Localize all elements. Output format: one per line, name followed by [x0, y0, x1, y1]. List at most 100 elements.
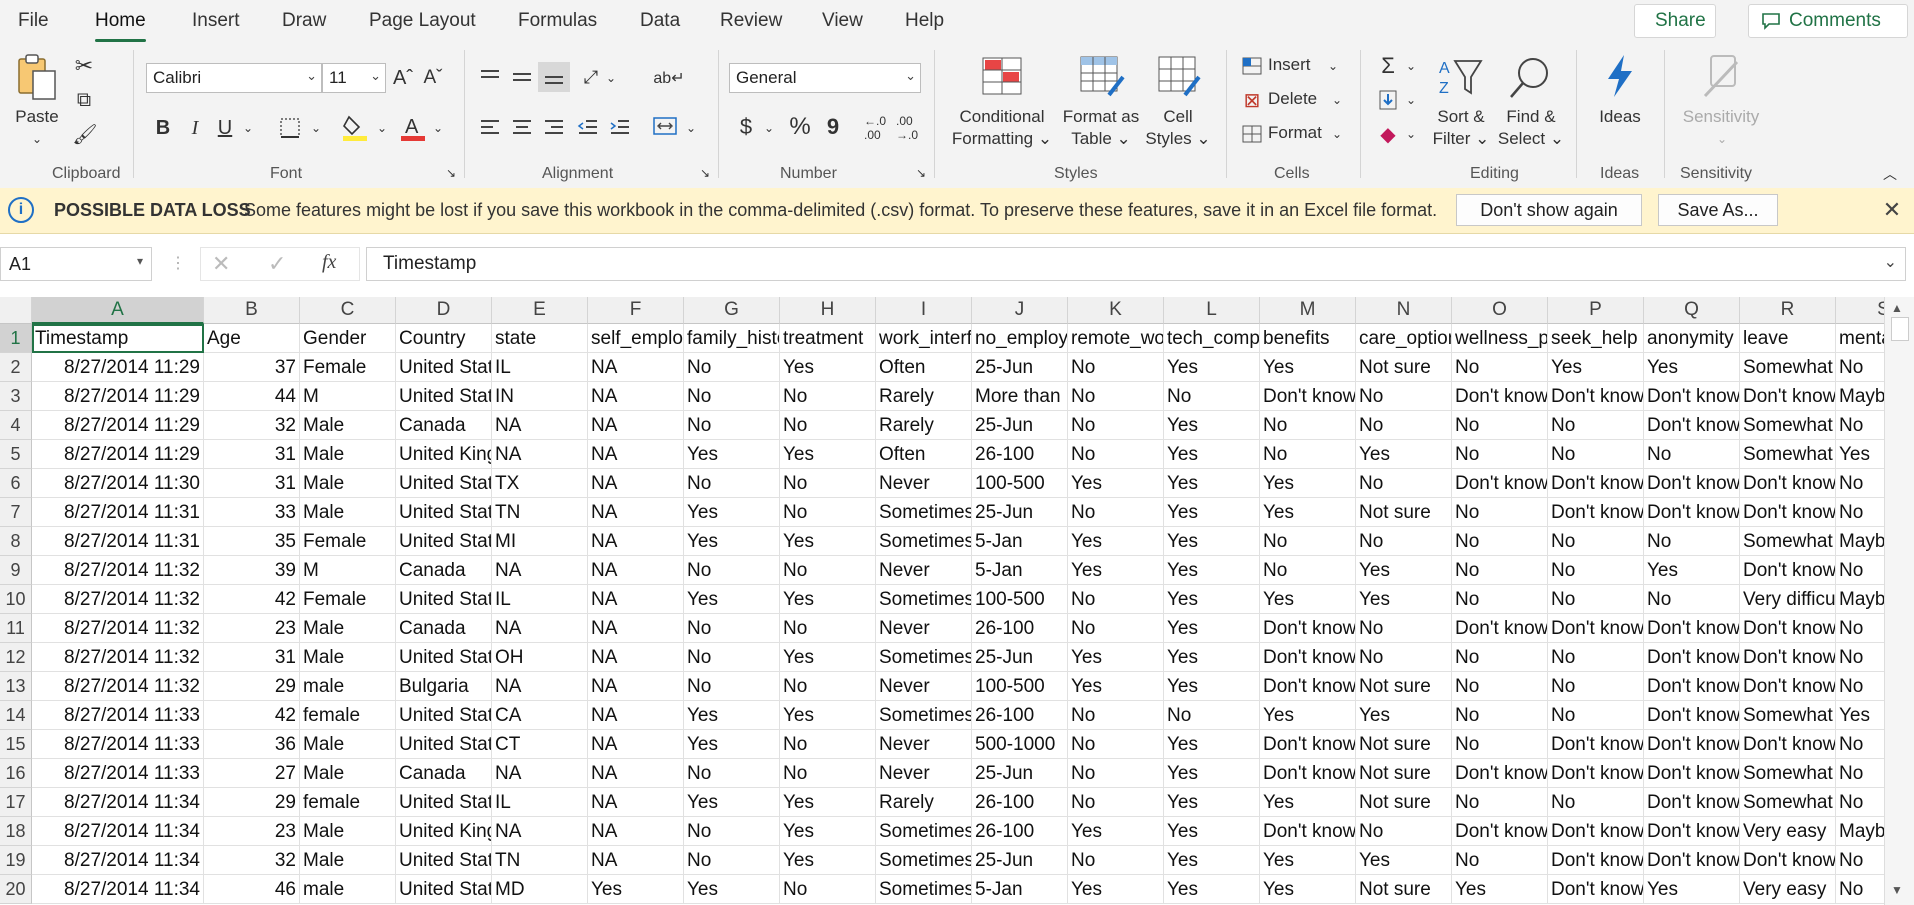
scroll-thumb[interactable]	[1891, 317, 1909, 341]
cell-m18[interactable]: Don't know	[1260, 817, 1356, 846]
cell-b7[interactable]: 33	[204, 498, 300, 527]
tab-data[interactable]: Data	[640, 10, 680, 32]
search-icon[interactable]	[1506, 54, 1552, 100]
tab-home[interactable]: Home	[95, 10, 146, 42]
wrap-text-icon[interactable]: ab↵	[653, 64, 684, 92]
cell-k10[interactable]: No	[1068, 585, 1164, 614]
cell-a16[interactable]: 8/27/2014 11:33	[32, 759, 204, 788]
cell-r9[interactable]: Don't know	[1740, 556, 1836, 585]
cell-b1[interactable]: Age	[204, 324, 300, 353]
cell-k4[interactable]: No	[1068, 411, 1164, 440]
cell-c2[interactable]: Female	[300, 353, 396, 382]
cell-k15[interactable]: No	[1068, 730, 1164, 759]
cell-s4[interactable]: No	[1836, 411, 1884, 440]
cell-g20[interactable]: Yes	[684, 875, 780, 904]
vertical-scrollbar[interactable]: ▲ ▼	[1884, 297, 1914, 905]
cell-m17[interactable]: Yes	[1260, 788, 1356, 817]
cell-j18[interactable]: 26-100	[972, 817, 1068, 846]
cell-l7[interactable]: Yes	[1164, 498, 1260, 527]
cell-c10[interactable]: Female	[300, 585, 396, 614]
cell-n14[interactable]: Yes	[1356, 701, 1452, 730]
expand-formula-icon[interactable]: ⌄	[1884, 252, 1897, 272]
cell-r5[interactable]: Somewhat difficult	[1740, 440, 1836, 469]
cell-e5[interactable]: NA	[492, 440, 588, 469]
cell-q3[interactable]: Don't know	[1644, 382, 1740, 411]
cell-n16[interactable]: Not sure	[1356, 759, 1452, 788]
cell-j4[interactable]: 25-Jun	[972, 411, 1068, 440]
cell-o5[interactable]: No	[1452, 440, 1548, 469]
cell-b15[interactable]: 36	[204, 730, 300, 759]
row-header[interactable]: 18	[0, 817, 32, 846]
cell-o16[interactable]: Don't know	[1452, 759, 1548, 788]
cell-g15[interactable]: Yes	[684, 730, 780, 759]
cell-g5[interactable]: Yes	[684, 440, 780, 469]
cell-e17[interactable]: IL	[492, 788, 588, 817]
cell-n1[interactable]: care_options	[1356, 324, 1452, 353]
cell-g3[interactable]: No	[684, 382, 780, 411]
cell-g12[interactable]: No	[684, 643, 780, 672]
cell-d7[interactable]: United States	[396, 498, 492, 527]
cell-e7[interactable]: TN	[492, 498, 588, 527]
cell-s17[interactable]: No	[1836, 788, 1884, 817]
cell-a15[interactable]: 8/27/2014 11:33	[32, 730, 204, 759]
cell-n9[interactable]: Yes	[1356, 556, 1452, 585]
cell-b13[interactable]: 29	[204, 672, 300, 701]
cell-l17[interactable]: Yes	[1164, 788, 1260, 817]
cell-g17[interactable]: Yes	[684, 788, 780, 817]
column-header-i[interactable]: I	[876, 297, 972, 324]
cell-n8[interactable]: No	[1356, 527, 1452, 556]
cell-q9[interactable]: Yes	[1644, 556, 1740, 585]
cell-f15[interactable]: NA	[588, 730, 684, 759]
cell-l15[interactable]: Yes	[1164, 730, 1260, 759]
row-header[interactable]: 8	[0, 527, 32, 556]
cell-g16[interactable]: No	[684, 759, 780, 788]
scroll-down-icon[interactable]: ▼	[1891, 883, 1903, 897]
find-select-button[interactable]: Find & Select ⌄	[1496, 106, 1566, 150]
cell-n20[interactable]: Not sure	[1356, 875, 1452, 904]
cell-g8[interactable]: Yes	[684, 527, 780, 556]
row-header[interactable]: 9	[0, 556, 32, 585]
cell-k14[interactable]: No	[1068, 701, 1164, 730]
cancel-icon[interactable]: ✕	[212, 251, 230, 277]
cell-m4[interactable]: No	[1260, 411, 1356, 440]
align-left-icon[interactable]	[476, 114, 504, 140]
cell-b5[interactable]: 31	[204, 440, 300, 469]
cell-d17[interactable]: United States	[396, 788, 492, 817]
cell-a12[interactable]: 8/27/2014 11:32	[32, 643, 204, 672]
cell-b10[interactable]: 42	[204, 585, 300, 614]
cell-h17[interactable]: Yes	[780, 788, 876, 817]
cell-j11[interactable]: 26-100	[972, 614, 1068, 643]
cell-h1[interactable]: treatment	[780, 324, 876, 353]
cell-f8[interactable]: NA	[588, 527, 684, 556]
cell-c3[interactable]: M	[300, 382, 396, 411]
cell-g1[interactable]: family_history	[684, 324, 780, 353]
cell-p13[interactable]: No	[1548, 672, 1644, 701]
cell-m13[interactable]: Don't know	[1260, 672, 1356, 701]
cell-h4[interactable]: No	[780, 411, 876, 440]
cell-j20[interactable]: 5-Jan	[972, 875, 1068, 904]
fill-dropdown-icon[interactable]: ⌄	[374, 116, 390, 140]
share-button[interactable]: Share	[1634, 4, 1716, 38]
cell-p4[interactable]: No	[1548, 411, 1644, 440]
cell-s5[interactable]: Yes	[1836, 440, 1884, 469]
cell-d18[interactable]: United Kingdom	[396, 817, 492, 846]
cell-e1[interactable]: state	[492, 324, 588, 353]
cell-a20[interactable]: 8/27/2014 11:34	[32, 875, 204, 904]
cell-h13[interactable]: No	[780, 672, 876, 701]
cell-f19[interactable]: NA	[588, 846, 684, 875]
cell-h18[interactable]: Yes	[780, 817, 876, 846]
cell-f20[interactable]: Yes	[588, 875, 684, 904]
cell-s18[interactable]: Maybe	[1836, 817, 1884, 846]
cell-j5[interactable]: 26-100	[972, 440, 1068, 469]
cell-i12[interactable]: Sometimes	[876, 643, 972, 672]
cell-n11[interactable]: No	[1356, 614, 1452, 643]
cell-r16[interactable]: Somewhat difficult	[1740, 759, 1836, 788]
cell-q20[interactable]: Yes	[1644, 875, 1740, 904]
row-header[interactable]: 10	[0, 585, 32, 614]
cell-r17[interactable]: Somewhat difficult	[1740, 788, 1836, 817]
column-header-j[interactable]: J	[972, 297, 1068, 324]
cell-d12[interactable]: United States	[396, 643, 492, 672]
cell-h20[interactable]: No	[780, 875, 876, 904]
cell-a4[interactable]: 8/27/2014 11:29	[32, 411, 204, 440]
cell-g4[interactable]: No	[684, 411, 780, 440]
